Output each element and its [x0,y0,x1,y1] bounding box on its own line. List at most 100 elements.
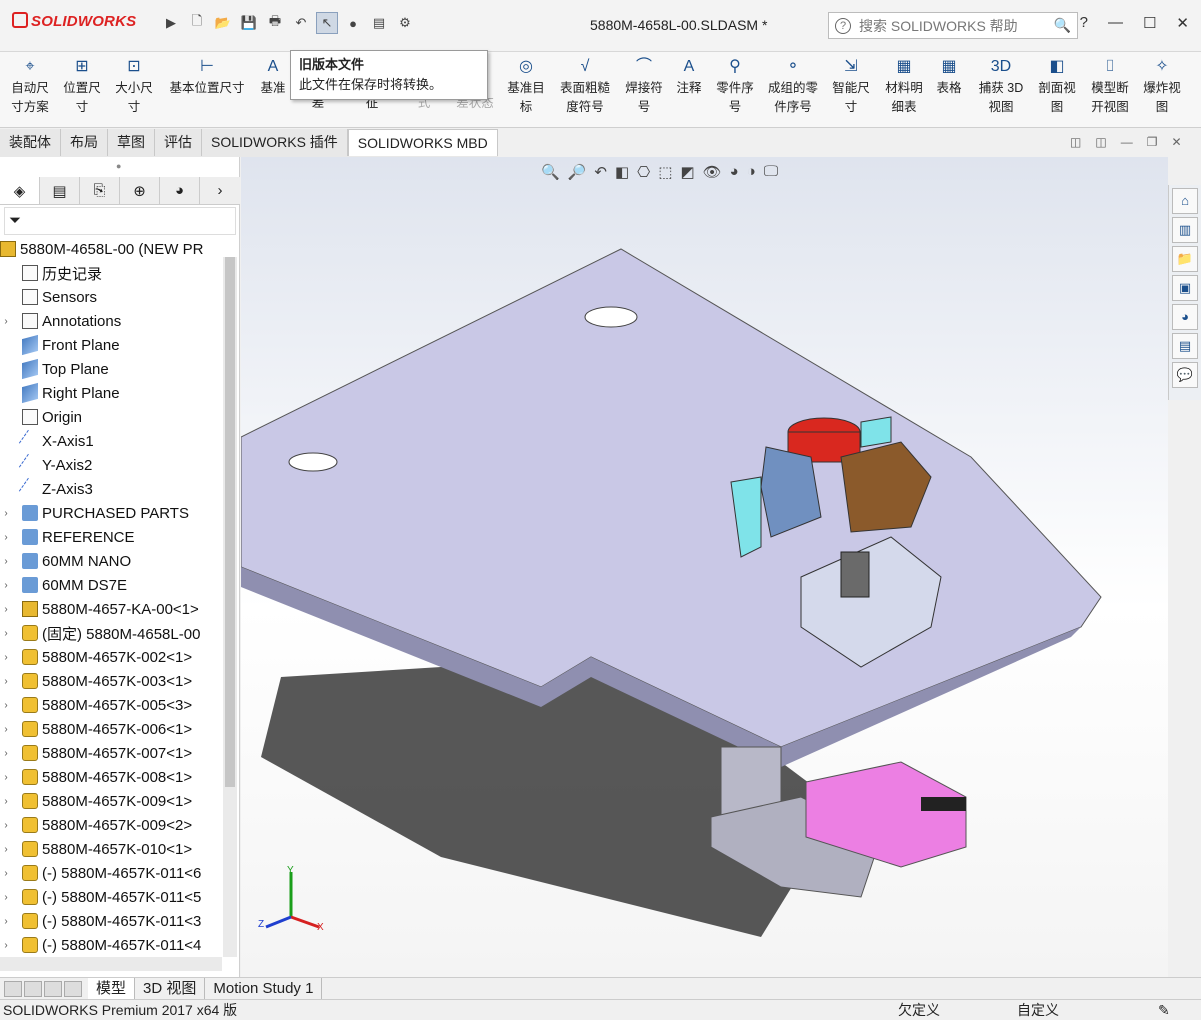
design-library-icon[interactable]: ▥ [1172,217,1198,243]
open-file-icon[interactable]: 📂 [212,12,234,34]
expand-arrow-icon[interactable]: › [0,916,12,927]
capture-3d-view-button[interactable]: 3D 捕获 3D 视图 [974,56,1028,117]
file-properties-icon[interactable]: ▤ [368,12,390,34]
feature-tree-tab-icon[interactable]: ◈ [0,177,40,204]
dimxpert-tab-icon[interactable]: ⊕ [120,177,160,204]
tree-item[interactable]: Right Plane [0,381,222,405]
tree-item[interactable]: › Annotations [0,309,222,333]
tree-item[interactable]: Origin [0,405,222,429]
model-break-view-button[interactable]: ⌷ 模型断 开视图 [1086,56,1134,117]
expand-arrow-icon[interactable]: › [0,892,12,903]
status-units[interactable]: 自定义 [1017,1000,1059,1020]
expand-arrow-icon[interactable]: › [0,316,12,327]
appearances-scenes-icon[interactable]: ◕ [1172,304,1198,330]
tree-scrollbar[interactable] [223,257,237,957]
note-button[interactable]: A 注释 [672,56,706,98]
auto-dim-scheme-button[interactable]: ⌖ 自动尺 寸方案 [6,56,54,117]
expand-arrow-icon[interactable]: › [0,604,12,615]
bottom-tab-1[interactable]: 3D 视图 [135,978,206,999]
minimize-button[interactable]: — [1108,14,1123,32]
tab-2[interactable]: 草图 [108,129,155,156]
help-button[interactable]: ? [1080,14,1088,32]
datum-target-button[interactable]: ◎ 基准目 标 [502,56,550,117]
select-cursor-icon[interactable]: ↖ [316,12,338,34]
file-explorer-icon[interactable]: 📁 [1172,246,1198,272]
expand-arrow-icon[interactable]: › [0,796,12,807]
save-icon[interactable]: 💾 [238,12,260,34]
tree-filter-icon[interactable]: ⏷ [4,207,236,235]
configuration-tab-icon[interactable]: ⎘ [80,177,120,204]
tab-5[interactable]: SOLIDWORKS MBD [347,129,498,156]
more-tabs-arrow-icon[interactable]: › [200,177,240,204]
panel-grip-icon[interactable]: ● [116,161,121,171]
expand-arrow-icon[interactable]: › [0,652,12,663]
expand-arrow-icon[interactable]: › [0,556,12,567]
datum-button[interactable]: A 基准 [256,56,290,98]
viewport-restore-icon[interactable]: ❐ [1147,135,1158,149]
balloon-button[interactable]: ⚲ 零件序 号 [712,56,758,117]
stacked-balloon-button[interactable]: ⚬ 成组的零 件序号 [762,56,824,117]
tree-item[interactable]: › 5880M-4657K-005<3> [0,693,222,717]
expand-arrow-icon[interactable]: › [0,724,12,735]
weld-symbol-button[interactable]: ⌒ 焊接符 号 [620,56,668,117]
section-view-button[interactable]: ◧ 剖面视 图 [1032,56,1082,117]
size-dim-button[interactable]: ⊡ 大小尺 寸 [112,56,156,117]
tree-item[interactable]: › (-) 5880M-4657K-011<5 [0,885,222,909]
expand-arrow-icon[interactable]: › [0,844,12,855]
tree-item[interactable]: Z-Axis3 [0,477,222,501]
bottom-tab-0[interactable]: 模型 [88,978,136,999]
display-manager-tab-icon[interactable]: ◕ [160,177,200,204]
tree-item[interactable]: › 5880M-4657K-009<2> [0,813,222,837]
tree-item[interactable]: › PURCHASED PARTS [0,501,222,525]
expand-arrow-icon[interactable]: › [0,532,12,543]
expand-arrow-icon[interactable]: › [0,748,12,759]
tab-1[interactable]: 布局 [61,129,108,156]
expand-arrow-icon[interactable]: › [0,868,12,879]
tree-item[interactable]: X-Axis1 [0,429,222,453]
tree-item[interactable]: › (-) 5880M-4657K-011<3 [0,909,222,933]
tree-item[interactable]: Top Plane [0,357,222,381]
tab-3[interactable]: 评估 [155,129,202,156]
tree-item[interactable]: › REFERENCE [0,525,222,549]
tree-horizontal-scrollbar[interactable] [0,957,222,971]
rebuild-traffic-light-icon[interactable]: ● [342,12,364,34]
expand-arrow-icon[interactable]: › [0,580,12,591]
tree-item[interactable]: › 5880M-4657K-009<1> [0,789,222,813]
bottom-tab-2[interactable]: Motion Study 1 [205,978,323,999]
search-icon[interactable]: 🔍 [1054,17,1071,34]
tree-item[interactable]: › 5880M-4657-KA-00<1> [0,597,222,621]
tree-item[interactable]: › (固定) 5880M-4658L-00 [0,621,222,645]
tab-4[interactable]: SOLIDWORKS 插件 [202,129,348,156]
exploded-view-button[interactable]: ✧ 爆炸视 图 [1138,56,1186,117]
viewport-prev-icon[interactable]: ◫ [1070,135,1081,149]
surface-finish-button[interactable]: √ 表面粗糙 度符号 [556,56,614,117]
solidworks-logo[interactable]: SOLIDWORKS [12,12,136,30]
tree-item[interactable]: Y-Axis2 [0,453,222,477]
help-search-input[interactable]: ? 搜索 SOLIDWORKS 帮助 🔍 [828,12,1078,39]
options-gear-icon[interactable]: ⚙ [394,12,416,34]
model-3d-render[interactable]: Y X Z [241,157,1168,977]
tree-item[interactable]: › (-) 5880M-4657K-011<6 [0,861,222,885]
custom-properties-icon[interactable]: ▤ [1172,333,1198,359]
view-palette-icon[interactable]: ▣ [1172,275,1198,301]
tree-item[interactable]: › 5880M-4657K-008<1> [0,765,222,789]
print-icon[interactable]: 🖶 [264,12,286,34]
graphics-area[interactable]: 🔍 🔎 ↶ ◧ ⎔ ⬚ ◩ 👁 ◕ ◑ 🖵 Y X Z [241,157,1168,977]
expand-arrow-icon[interactable]: › [0,700,12,711]
tree-item[interactable]: Sensors [0,285,222,309]
tree-item[interactable]: › 60MM NANO [0,549,222,573]
tree-item[interactable]: › 5880M-4657K-007<1> [0,741,222,765]
property-manager-tab-icon[interactable]: ▤ [40,177,80,204]
viewport-next-icon[interactable]: ◫ [1095,135,1106,149]
restore-button[interactable]: ☐ [1143,14,1156,32]
expand-arrow-icon[interactable]: › [0,772,12,783]
tree-item[interactable]: › 5880M-4657K-010<1> [0,837,222,861]
status-tooltip-icon[interactable]: ✎ [1158,1000,1170,1020]
table-button[interactable]: ▦ 表格 [932,56,966,98]
close-button[interactable]: ✕ [1176,14,1189,32]
viewport-close-icon[interactable]: ✕ [1171,135,1181,149]
expand-arrow-icon[interactable]: › [0,940,12,951]
smart-dim-button[interactable]: ⇲ 智能尺 寸 [828,56,874,117]
undo-icon[interactable]: ↶ [290,12,312,34]
tab-0[interactable]: 装配体 [0,129,61,156]
